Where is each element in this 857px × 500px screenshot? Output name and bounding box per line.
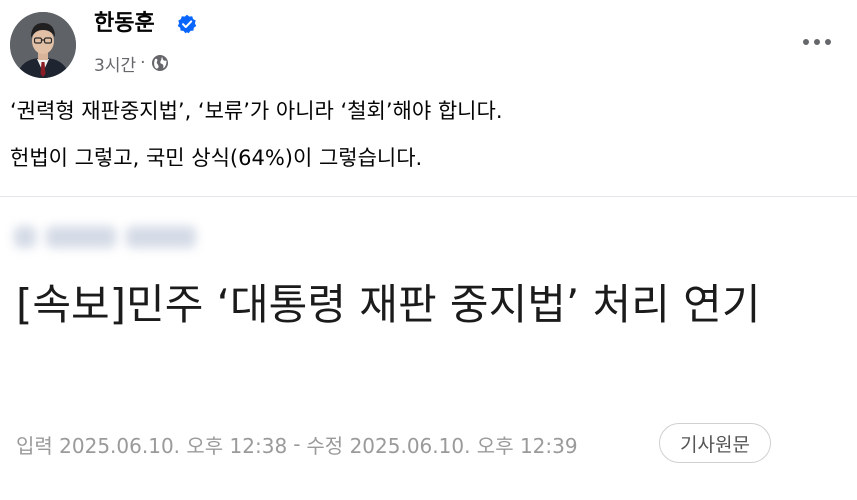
more-horizontal-icon (803, 39, 831, 45)
article-preview[interactable]: [속보]민주 ‘대통령 재판 중지법’ 처리 연기 입력 2025.06.10.… (0, 196, 857, 500)
article-headline[interactable]: [속보]민주 ‘대통령 재판 중지법’ 처리 연기 (16, 275, 846, 335)
article-published-date: 입력 2025.06.10. 오후 12:38 (16, 433, 288, 458)
meta-separator: · (140, 53, 146, 73)
article-dates: 입력 2025.06.10. 오후 12:38 - 수정 2025.06.10.… (16, 427, 578, 461)
avatar[interactable] (10, 12, 76, 78)
article-modified-date: 수정 2025.06.10. 오후 12:39 (306, 433, 578, 458)
verified-badge-icon (177, 14, 197, 34)
blurred-block (126, 226, 196, 248)
post-message-line: 헌법이 그렇고, 국민 상식(64%)이 그렇습니다. (10, 146, 423, 170)
blurred-news-source (14, 217, 214, 257)
blurred-block (14, 226, 36, 248)
date-separator: - (293, 432, 301, 456)
original-article-button[interactable]: 기사원문 (659, 423, 771, 463)
author-name[interactable]: 한동훈 (94, 10, 155, 38)
blurred-block (46, 226, 116, 248)
post-message-line: ‘권력형 재판중지법’, ‘보류’가 아니라 ‘철회’해야 합니다. (10, 99, 503, 123)
globe-icon[interactable] (151, 54, 169, 72)
post-header: 한동훈 3시간 · (0, 0, 857, 86)
post-meta: 3시간 · (94, 51, 169, 76)
post-timestamp[interactable]: 3시간 (94, 51, 136, 76)
post-message: ‘권력형 재판중지법’, ‘보류’가 아니라 ‘철회’해야 합니다. 헌법이 그… (10, 97, 840, 172)
avatar-image (10, 12, 76, 78)
more-options-button[interactable] (795, 28, 839, 56)
